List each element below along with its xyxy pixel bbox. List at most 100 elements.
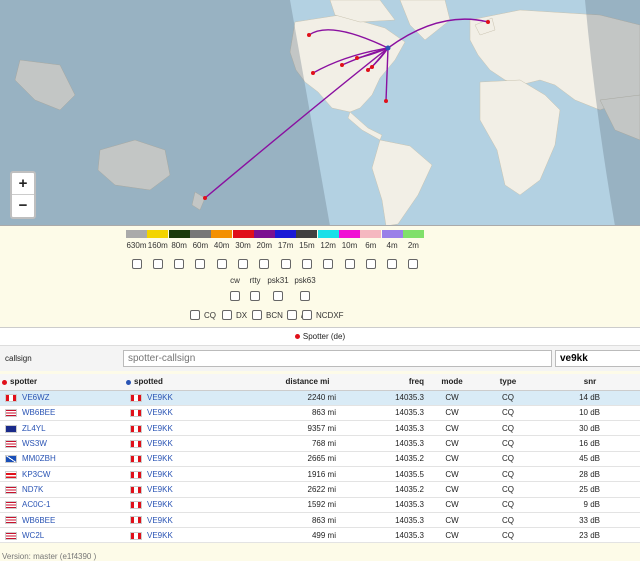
table-row[interactable]: ZL4YL VE9KK 9357 mi 14035.3 CW CQ 30 dB xyxy=(0,420,640,437)
table-row[interactable]: WB6BEE VE9KK 863 mi 14035.3 CW CQ 10 dB xyxy=(0,405,640,422)
spotted-callsign-input[interactable] xyxy=(555,350,640,367)
distance-cell: 2622 mi xyxy=(275,481,340,498)
spotted-cell: VE9KK xyxy=(125,420,275,437)
band-checkbox-60m[interactable] xyxy=(195,259,206,269)
col-snr[interactable]: snr xyxy=(540,374,640,391)
band-checkbox-80m[interactable] xyxy=(174,259,185,269)
band-80m: 80m xyxy=(168,230,190,271)
filter-checkbox[interactable] xyxy=(222,310,232,320)
band-label: 2m xyxy=(407,241,419,250)
filter-label: CQ xyxy=(204,310,216,320)
type-cell: CQ xyxy=(476,527,540,544)
spotted-call-link[interactable]: VE9KK xyxy=(147,470,173,479)
band-630m: 630m xyxy=(126,230,147,271)
table-row[interactable]: WC2L VE9KK 499 mi 14035.3 CW CQ 23 dB xyxy=(0,527,640,544)
table-row[interactable]: VE6WZ VE9KK 2240 mi 14035.3 CW CQ 14 dB xyxy=(0,390,640,406)
spotter-call-link[interactable]: WC2L xyxy=(22,531,44,540)
band-checkbox-17m[interactable] xyxy=(280,259,291,269)
spotted-call-link[interactable]: VE9KK xyxy=(147,485,173,494)
mode-psk63: psk63 xyxy=(285,276,325,303)
spotter-cell: ND7K xyxy=(0,481,125,498)
band-checkbox-630m[interactable] xyxy=(131,259,142,269)
band-checkbox-15m[interactable] xyxy=(301,259,312,269)
snr-cell: 10 dB xyxy=(540,405,640,422)
band-checkbox-2m[interactable] xyxy=(408,259,419,269)
spotted-call-link[interactable]: VE9KK xyxy=(147,500,173,509)
table-row[interactable]: AC0C-1 VE9KK 1592 mi 14035.3 CW CQ 9 dB xyxy=(0,497,640,513)
table-row[interactable]: KP3CW VE9KK 1916 mi 14035.5 CW CQ 28 dB xyxy=(0,466,640,483)
spotted-call-link[interactable]: VE9KK xyxy=(147,454,173,463)
spotted-call-link[interactable]: VE9KK xyxy=(147,408,173,417)
filter-cq: CQ xyxy=(190,310,216,320)
spotter-cell: AC0C-1 xyxy=(0,497,125,513)
filter-checkbox[interactable] xyxy=(190,310,200,320)
band-label: 40m xyxy=(213,241,230,250)
spotter-call-link[interactable]: VE6WZ xyxy=(22,393,50,402)
freq-cell: 14035.3 xyxy=(340,435,428,452)
spotter-call-link[interactable]: WS3W xyxy=(22,439,47,448)
spotted-call-link[interactable]: VE9KK xyxy=(147,439,173,448)
distance-cell: 863 mi xyxy=(275,512,340,529)
flag-icon xyxy=(5,394,17,403)
band-checkbox-10m[interactable] xyxy=(344,259,355,269)
band-checkbox-4m[interactable] xyxy=(387,259,398,269)
filter-checkbox[interactable] xyxy=(252,310,262,320)
zoom-in-button[interactable]: + xyxy=(12,173,34,195)
table-row[interactable]: WB6BEE VE9KK 863 mi 14035.3 CW CQ 33 dB xyxy=(0,512,640,529)
snr-cell: 16 dB xyxy=(540,435,640,452)
col-distance[interactable]: distance mi xyxy=(275,374,340,391)
mode-checkbox-psk31[interactable] xyxy=(273,291,283,301)
spotter-call-link[interactable]: ZL4YL xyxy=(22,424,46,433)
table-row[interactable]: WS3W VE9KK 768 mi 14035.3 CW CQ 16 dB xyxy=(0,435,640,452)
spotter-call-link[interactable]: ND7K xyxy=(22,485,43,494)
spotter-call-link[interactable]: AC0C-1 xyxy=(22,500,50,509)
type-cell: CQ xyxy=(476,390,540,406)
col-mode[interactable]: mode xyxy=(428,374,476,391)
band-label: 30m xyxy=(235,241,251,250)
spotter-callsign-input[interactable] xyxy=(123,350,552,367)
table-row[interactable]: ND7K VE9KK 2622 mi 14035.2 CW CQ 25 dB xyxy=(0,481,640,498)
band-4m: 4m xyxy=(381,230,403,271)
spotted-cell: VE9KK xyxy=(125,512,275,529)
spotted-call-link[interactable]: VE9KK xyxy=(147,516,173,525)
type-cell: CQ xyxy=(476,405,540,422)
table-row[interactable]: MM0ZBH VE9KK 2665 mi 14035.2 CW CQ 45 dB xyxy=(0,451,640,467)
distance-cell: 768 mi xyxy=(275,435,340,452)
distance-cell: 1916 mi xyxy=(275,466,340,483)
band-checkbox-12m[interactable] xyxy=(323,259,334,269)
map-canvas xyxy=(0,0,640,225)
band-checkbox-160m[interactable] xyxy=(152,259,163,269)
filter-label: NCDXF xyxy=(316,310,344,320)
propagation-map[interactable]: + − xyxy=(0,0,640,226)
spotter-dot-icon xyxy=(294,334,300,340)
spotted-call-link[interactable]: VE9KK xyxy=(147,393,173,402)
band-checkbox-40m[interactable] xyxy=(216,259,227,269)
spotted-call-link[interactable]: VE9KK xyxy=(147,531,173,540)
freq-cell: 14035.3 xyxy=(340,527,428,544)
spotter-call-link[interactable]: MM0ZBH xyxy=(22,454,56,463)
flag-icon xyxy=(130,516,142,525)
mode-checkbox-psk63[interactable] xyxy=(300,291,310,301)
flag-icon xyxy=(5,439,17,448)
snr-cell: 14 dB xyxy=(540,390,640,406)
filter-checkbox[interactable] xyxy=(287,310,297,320)
band-checkbox-6m[interactable] xyxy=(365,259,376,269)
col-spotter[interactable]: spotter xyxy=(0,374,125,391)
band-checkbox-30m[interactable] xyxy=(238,259,248,269)
col-freq[interactable]: freq xyxy=(340,374,428,391)
spotter-call-link[interactable]: WB6BEE xyxy=(22,408,55,417)
distance-cell: 9357 mi xyxy=(275,420,340,437)
zoom-out-button[interactable]: − xyxy=(12,195,34,217)
band-label: 20m xyxy=(256,241,273,250)
band-checkbox-20m[interactable] xyxy=(259,259,270,269)
filter-checkbox[interactable] xyxy=(302,310,312,320)
mode-cell: CW xyxy=(428,497,476,513)
band-label: 60m xyxy=(192,241,209,250)
col-type[interactable]: type xyxy=(476,374,540,391)
band-label: 630m xyxy=(126,241,147,250)
col-spotted[interactable]: spotted xyxy=(125,374,275,391)
spotter-call-link[interactable]: WB6BEE xyxy=(22,516,55,525)
band-label: 17m xyxy=(277,241,294,250)
spotter-call-link[interactable]: KP3CW xyxy=(22,470,50,479)
spotted-call-link[interactable]: VE9KK xyxy=(147,424,173,433)
